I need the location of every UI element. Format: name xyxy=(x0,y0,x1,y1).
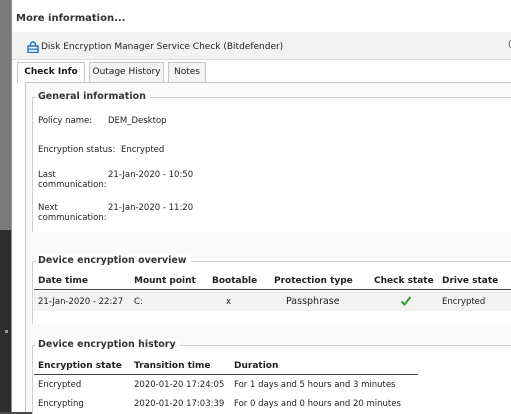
column-header-drive-state: Drive state xyxy=(442,276,499,286)
tab-content-panel: General information Policy name: DEM_Des… xyxy=(25,82,511,414)
check-icon xyxy=(400,296,412,306)
next-communication-label-line2: communication: xyxy=(38,213,107,223)
policy-name-label: Policy name: xyxy=(38,116,93,126)
service-name: Disk Encryption Manager Service Check (B… xyxy=(41,42,284,52)
column-header-date-time: Date time xyxy=(38,276,88,286)
tab-label: Check Info xyxy=(24,67,78,77)
header-divider xyxy=(34,289,511,290)
row-protection-type: Passphrase xyxy=(286,296,340,307)
background-panel-upper xyxy=(0,0,11,230)
row-mount-point: C: xyxy=(134,297,143,307)
background-panel-lower xyxy=(0,230,11,412)
row-drive-state: Encrypted xyxy=(442,297,486,307)
window-titlebar: More information... xyxy=(12,0,511,30)
tab-label: Notes xyxy=(174,67,200,77)
info-window: More information... Disk Encryption Mana… xyxy=(11,0,511,414)
next-communication-value: 21-Jan-2020 - 11:20 xyxy=(108,203,194,213)
history-row-time: 2020-01-20 17:03:39 xyxy=(134,399,225,409)
general-info-group xyxy=(32,97,511,232)
tab-label: Outage History xyxy=(92,67,161,77)
encryption-status-value: Encrypted xyxy=(121,145,165,155)
history-row-duration: For 0 days and 0 hours and 20 minutes xyxy=(234,399,401,409)
last-communication-label-line2: communication: xyxy=(38,180,107,190)
column-header-mount-point: Mount point xyxy=(134,276,196,286)
history-row-state: Encrypted xyxy=(38,380,82,390)
column-header-bootable: Bootable xyxy=(212,276,258,286)
column-header-encryption-state: Encryption state xyxy=(38,361,122,371)
encryption-overview-heading: Device encryption overview xyxy=(36,255,191,266)
history-row-duration: For 1 days and 5 hours and 3 minutes xyxy=(234,380,396,390)
last-communication-value: 21-Jan-2020 - 10:50 xyxy=(108,170,194,180)
row-bootable: x xyxy=(226,297,232,307)
tab-outage-history[interactable]: Outage History xyxy=(89,62,164,82)
history-row-time: 2020-01-20 17:24:05 xyxy=(134,380,225,390)
history-row-state: Encrypting xyxy=(38,399,84,409)
column-header-duration: Duration xyxy=(234,361,279,371)
background-panel xyxy=(0,0,11,412)
policy-name-value: DEM_Desktop xyxy=(108,116,167,126)
column-header-check-state: Check state xyxy=(374,276,434,286)
window-title: More information... xyxy=(16,13,126,24)
tab-notes[interactable]: Notes xyxy=(168,62,206,82)
lock-icon xyxy=(27,41,39,53)
encryption-history-heading: Device encryption history xyxy=(36,339,180,350)
background-marker xyxy=(5,330,8,333)
header-divider xyxy=(34,374,418,375)
column-header-transition-time: Transition time xyxy=(134,361,211,371)
encryption-status-label: Encryption status: xyxy=(38,145,116,155)
tab-check-info[interactable]: Check Info xyxy=(17,62,85,83)
general-info-heading: General information xyxy=(36,91,150,102)
row-date-time: 21-Jan-2020 - 22:27 xyxy=(38,297,124,307)
column-header-protection-type: Protection type xyxy=(274,276,353,286)
